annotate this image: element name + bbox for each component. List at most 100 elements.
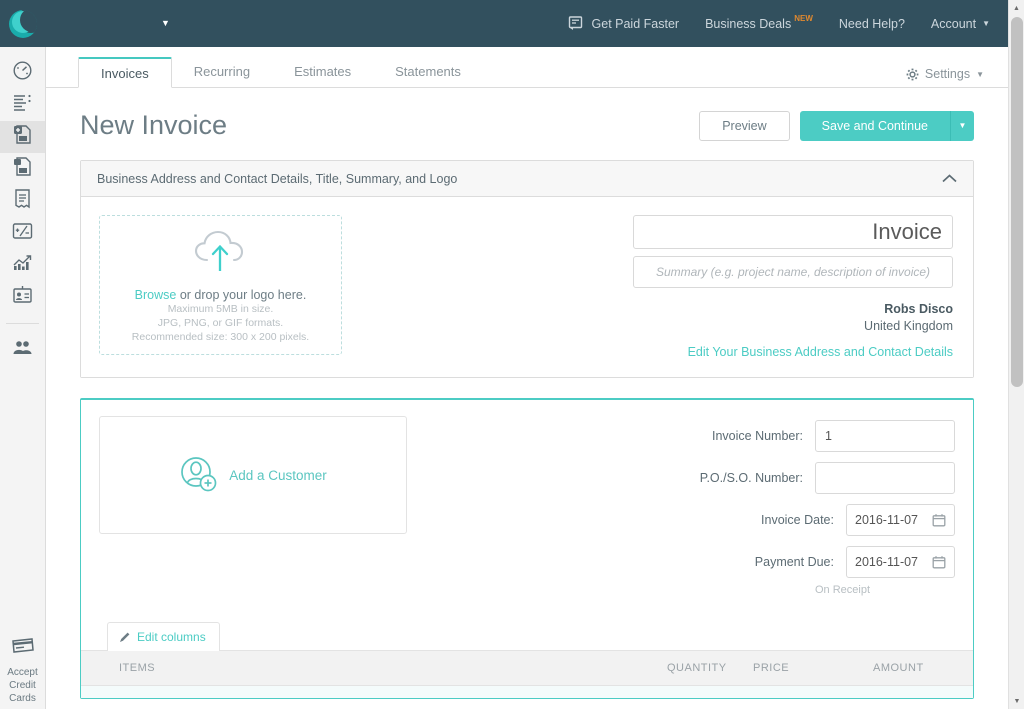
add-person-icon	[179, 455, 221, 496]
tab-invoices[interactable]: Invoices	[78, 57, 172, 88]
edit-columns-label: Edit columns	[137, 630, 206, 644]
logo-container[interactable]	[0, 10, 46, 38]
invoice-date-input[interactable]: 2016-11-07	[846, 504, 955, 536]
scrollbar-thumb[interactable]	[1011, 17, 1023, 387]
invoice-fields: Invoice Number: P.O./S.O. Number: Invoic…	[627, 416, 955, 596]
sidebar-item-dashboard[interactable]	[0, 57, 45, 89]
field-row-po-so-number: P.O./S.O. Number:	[627, 462, 955, 494]
payment-due-label: Payment Due:	[627, 555, 846, 569]
nav-need-help[interactable]: Need Help?	[839, 17, 905, 31]
chevron-down-icon: ▼	[976, 70, 984, 79]
invoice-number-input[interactable]	[815, 420, 955, 452]
sidebar-item-payroll[interactable]	[0, 281, 45, 313]
invoice-date-value: 2016-11-07	[855, 513, 918, 527]
field-row-invoice-date: Invoice Date: 2016-11-07	[627, 504, 955, 536]
calendar-icon[interactable]	[932, 555, 946, 569]
add-customer-inner: Add a Customer	[179, 455, 327, 496]
invoice-doc-icon	[12, 156, 33, 182]
sidebar-item-receipts[interactable]	[0, 185, 45, 217]
business-details-panel: Business Address and Contact Details, Ti…	[80, 160, 974, 378]
top-nav-right-group: Get Paid Faster Business Deals NEW Need …	[542, 16, 1008, 31]
dropzone-rest: or drop your logo here.	[176, 288, 306, 302]
business-details-panel-body: Browse or drop your logo here. Maximum 5…	[81, 197, 973, 377]
pencil-icon	[119, 631, 131, 643]
id-card-icon	[12, 285, 33, 309]
new-badge: NEW	[794, 14, 813, 23]
list-icon	[12, 93, 33, 117]
save-options-caret[interactable]: ▼	[950, 111, 974, 141]
nav-label: Get Paid Faster	[592, 17, 680, 31]
nav-business-deals[interactable]: Business Deals NEW	[705, 17, 813, 31]
credit-card-icon	[10, 644, 36, 661]
sidebar-item-reports[interactable]	[0, 249, 45, 281]
sidebar-item-accept-credit-cards[interactable]: Accept Credit Cards	[0, 637, 45, 705]
edit-columns-button[interactable]: Edit columns	[107, 622, 220, 651]
tab-estimates[interactable]: Estimates	[272, 57, 373, 87]
plus-minus-icon	[12, 222, 33, 245]
page-scrollbar[interactable]: ▲ ▼	[1008, 0, 1024, 709]
scroll-up-arrow[interactable]: ▲	[1009, 0, 1024, 16]
sidebar-item-invoices[interactable]	[0, 153, 45, 185]
nav-label: Need Help?	[839, 17, 905, 31]
sidebar-item-transaction-entry[interactable]	[0, 217, 45, 249]
chevron-up-icon[interactable]	[942, 172, 957, 186]
tab-statements[interactable]: Statements	[373, 57, 483, 87]
field-row-payment-due: Payment Due: 2016-11-07	[627, 546, 955, 578]
business-details-panel-header[interactable]: Business Address and Contact Details, Ti…	[81, 161, 973, 197]
invoice-details-row: Add a Customer Invoice Number: P.O./S.O.…	[99, 416, 955, 596]
tab-bar: Invoices Recurring Estimates Statements …	[46, 47, 1008, 88]
payment-terms-note: On Receipt	[627, 584, 955, 596]
business-country: United Kingdom	[633, 319, 953, 333]
payment-due-input[interactable]: 2016-11-07	[846, 546, 955, 578]
logo-dropzone[interactable]: Browse or drop your logo here. Maximum 5…	[99, 215, 342, 355]
people-icon	[12, 340, 33, 361]
summary-input[interactable]	[633, 256, 953, 288]
field-row-invoice-number: Invoice Number:	[627, 420, 955, 452]
nav-label: Business Deals	[705, 17, 791, 31]
dropzone-hint-3: Recommended size: 300 x 200 pixels.	[132, 330, 309, 344]
dropzone-hint-2: JPG, PNG, or GIF formats.	[158, 316, 283, 330]
settings-menu[interactable]: Settings ▼	[906, 67, 984, 81]
sidebar-item-new-invoice[interactable]	[0, 121, 45, 153]
sidebar-item-transactions[interactable]	[0, 89, 45, 121]
page-title: New Invoice	[80, 110, 227, 141]
edit-business-details-link[interactable]: Edit Your Business Address and Contact D…	[633, 345, 953, 359]
save-and-continue-button[interactable]: Save and Continue	[800, 111, 950, 141]
invoice-number-label: Invoice Number:	[627, 429, 815, 443]
page-header: New Invoice Preview Save and Continue ▼	[46, 88, 1008, 141]
page-actions: Preview Save and Continue ▼	[699, 111, 974, 141]
save-button-group: Save and Continue ▼	[800, 111, 974, 141]
business-name: Robs Disco	[633, 302, 953, 316]
column-header-price: PRICE	[753, 662, 873, 674]
left-sidebar: Accept Credit Cards	[0, 47, 46, 709]
invoice-title-column: Robs Disco United Kingdom Edit Your Busi…	[633, 215, 955, 359]
sidebar-item-contacts[interactable]	[0, 334, 45, 366]
preview-button[interactable]: Preview	[699, 111, 789, 141]
speedometer-icon	[12, 60, 33, 86]
add-customer-label: Add a Customer	[229, 468, 327, 483]
top-navigation-bar: ▼ Get Paid Faster Business Deals NEW Nee…	[0, 0, 1008, 47]
tab-recurring[interactable]: Recurring	[172, 57, 272, 87]
bar-chart-icon	[12, 253, 33, 277]
items-table-body	[81, 686, 973, 698]
nav-account[interactable]: Account ▼	[931, 17, 990, 31]
po-so-number-input[interactable]	[815, 462, 955, 494]
gear-icon	[906, 68, 919, 81]
calendar-icon[interactable]	[932, 513, 946, 527]
invoice-date-label: Invoice Date:	[627, 513, 846, 527]
main-content: Invoices Recurring Estimates Statements …	[46, 47, 1008, 709]
receipt-icon	[13, 188, 32, 214]
dropzone-hint-1: Maximum 5MB in size.	[168, 302, 274, 316]
cloud-upload-icon	[190, 227, 252, 282]
nav-get-paid-faster[interactable]: Get Paid Faster	[568, 16, 680, 31]
invoice-details-card: Add a Customer Invoice Number: P.O./S.O.…	[80, 398, 974, 699]
add-customer-box[interactable]: Add a Customer	[99, 416, 407, 534]
column-header-amount: AMOUNT	[873, 662, 973, 674]
invoice-title-input[interactable]	[633, 215, 953, 249]
brand-dropdown-caret[interactable]: ▼	[161, 19, 170, 28]
dropzone-main-text: Browse or drop your logo here.	[135, 288, 307, 302]
new-invoice-icon	[12, 124, 33, 150]
app-logo[interactable]	[9, 10, 37, 38]
scroll-down-arrow[interactable]: ▼	[1009, 693, 1024, 709]
browse-link[interactable]: Browse	[135, 288, 177, 302]
